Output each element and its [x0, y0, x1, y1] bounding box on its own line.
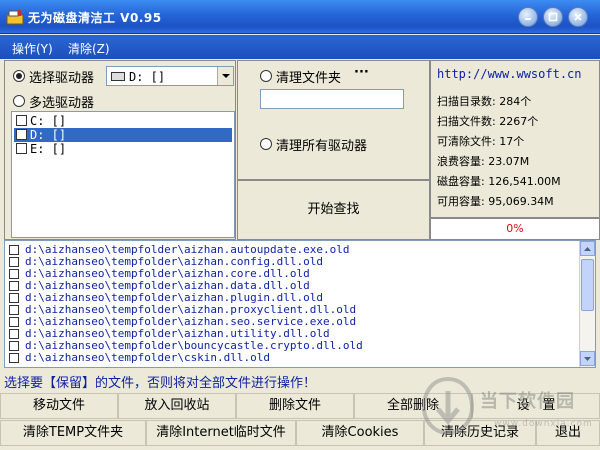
drive-item[interactable]: E: []: [14, 142, 232, 156]
maximize-button[interactable]: [543, 7, 563, 27]
menu-bar: 操作(Y) 清除(Z): [0, 35, 600, 59]
info-free-space: 可用容量: 95,069.34M: [437, 193, 554, 209]
file-list-scrollbar[interactable]: [579, 241, 595, 367]
drive-checkbox[interactable]: [16, 129, 27, 140]
info-wasted-space: 浪费容量: 23.07M: [437, 153, 529, 169]
file-checkbox[interactable]: [9, 245, 19, 255]
multi-drive-radio[interactable]: [13, 95, 25, 107]
scroll-down-button[interactable]: [580, 351, 595, 366]
delete-files-button[interactable]: 删除文件: [236, 393, 354, 419]
file-checkbox[interactable]: [9, 317, 19, 327]
maximize-icon: [548, 12, 558, 22]
watermark-logo-icon: [420, 375, 476, 437]
clear-cookies-button[interactable]: 清除Cookies: [296, 420, 424, 446]
drive-icon: [111, 72, 125, 81]
drive-item-selected[interactable]: D: []: [14, 128, 232, 142]
file-checkbox[interactable]: [9, 269, 19, 279]
watermark-sub: www.downxia.com: [494, 419, 593, 429]
title-bar[interactable]: 无为磁盘清洁工 V0.95: [0, 0, 600, 34]
watermark: 当下软件园 www.downxia.com: [420, 375, 595, 445]
website-link[interactable]: http://www.wwsoft.cn: [437, 67, 582, 81]
clean-options-panel: 清理文件夹 ··· 清理所有驱动器: [237, 60, 430, 180]
info-disk-capacity: 磁盘容量: 126,541.00M: [437, 173, 561, 189]
scroll-up-button[interactable]: [580, 241, 595, 256]
single-drive-label: 选择驱动器: [29, 67, 94, 86]
file-checkbox[interactable]: [9, 341, 19, 351]
file-checkbox[interactable]: [9, 257, 19, 267]
watermark-text: 当下软件园: [480, 387, 575, 413]
drive-combo-value: D: []: [129, 70, 165, 84]
clear-temp-button[interactable]: 清除TEMP文件夹: [0, 420, 146, 446]
arrow-up-icon: [581, 242, 594, 255]
arrow-down-icon: [581, 352, 594, 365]
file-checkbox[interactable]: [9, 353, 19, 363]
minimize-icon: [523, 12, 533, 22]
clear-internet-temp-button[interactable]: 清除Internet临时文件: [146, 420, 296, 446]
file-list[interactable]: d:\aizhanseo\tempfolder\aizhan.autoupdat…: [4, 240, 596, 368]
drive-panel: 选择驱动器 D: [] 多选驱动器 C: [] D: [] E: []: [4, 60, 236, 240]
folder-path-input[interactable]: [260, 89, 404, 109]
file-item[interactable]: d:\aizhanseo\tempfolder\cskin.dll.old: [9, 352, 579, 364]
clean-all-drives-label: 清理所有驱动器: [276, 135, 367, 154]
single-drive-radio[interactable]: [13, 70, 25, 82]
browse-folder-button[interactable]: ···: [354, 65, 369, 80]
start-search-button[interactable]: 开始查找: [237, 180, 430, 240]
menu-clear[interactable]: 清除(Z): [68, 40, 110, 57]
file-checkbox[interactable]: [9, 293, 19, 303]
file-checkbox[interactable]: [9, 329, 19, 339]
clean-all-drives-radio[interactable]: [260, 138, 272, 150]
drive-list[interactable]: C: [] D: [] E: []: [11, 111, 235, 238]
file-checkbox[interactable]: [9, 305, 19, 315]
close-button[interactable]: [568, 7, 588, 27]
window-title: 无为磁盘清洁工 V0.95: [28, 9, 162, 26]
progress-text: 0%: [431, 222, 599, 235]
close-icon: [573, 12, 583, 22]
combo-arrow-button[interactable]: [217, 67, 233, 85]
file-checkbox[interactable]: [9, 281, 19, 291]
move-files-button[interactable]: 移动文件: [0, 393, 118, 419]
info-panel: http://www.wwsoft.cn 扫描目录数: 284个 扫描文件数: …: [430, 60, 600, 218]
recycle-bin-button[interactable]: 放入回收站: [118, 393, 236, 419]
drive-item[interactable]: C: []: [14, 114, 232, 128]
menu-operate[interactable]: 操作(Y): [12, 40, 53, 57]
chevron-down-icon: [218, 67, 234, 85]
minimize-button[interactable]: [518, 7, 538, 27]
clean-folder-label: 清理文件夹: [276, 67, 341, 86]
drive-checkbox[interactable]: [16, 143, 27, 154]
clean-folder-radio[interactable]: [260, 70, 272, 82]
info-files-scanned: 扫描文件数: 2267个: [437, 113, 538, 129]
multi-drive-label: 多选驱动器: [29, 92, 94, 111]
app-icon: [6, 9, 24, 25]
info-dirs-scanned: 扫描目录数: 284个: [437, 93, 531, 109]
scroll-thumb[interactable]: [581, 259, 594, 311]
status-message: 选择要【保留】的文件，否则将对全部文件进行操作！: [4, 372, 316, 391]
drive-checkbox[interactable]: [16, 115, 27, 126]
info-cleanable-files: 可清除文件: 17个: [437, 133, 524, 149]
drive-combo[interactable]: D: []: [106, 66, 234, 86]
progress-bar: 0%: [430, 218, 600, 240]
